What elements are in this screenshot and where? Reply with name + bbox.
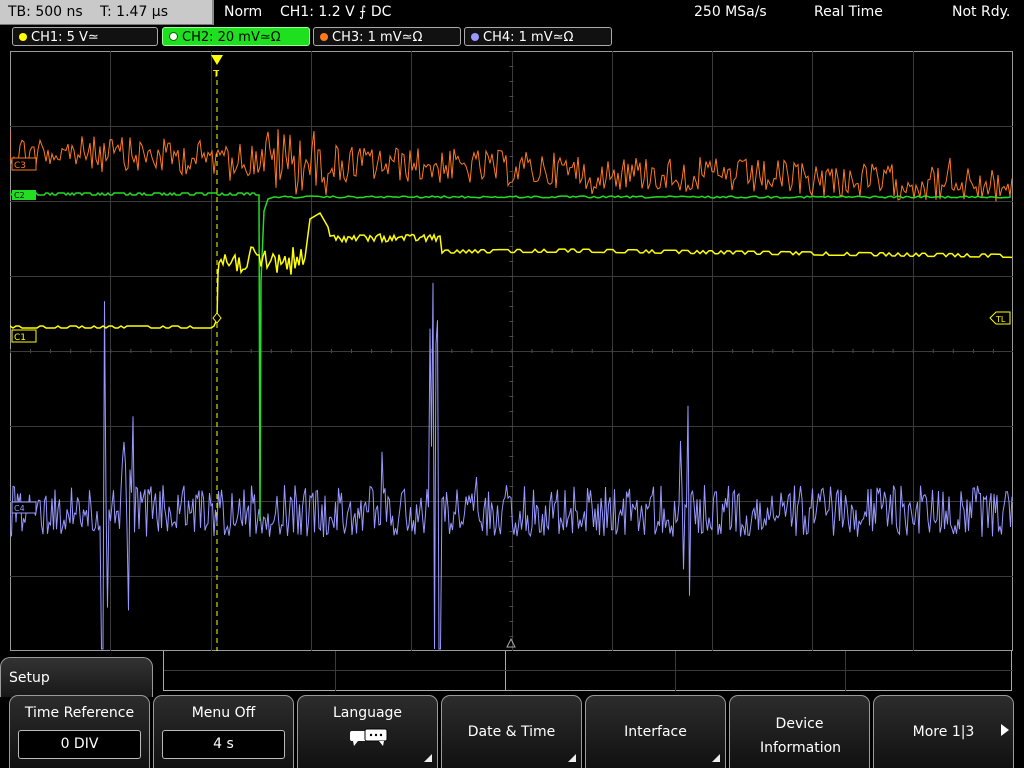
submenu-indicator-icon: [424, 754, 432, 762]
ch1-offset-marker[interactable]: C1: [11, 329, 37, 343]
more-softkey[interactable]: More 1|3: [873, 695, 1014, 768]
interface-softkey[interactable]: Interface: [585, 695, 726, 768]
language-label: Language: [332, 705, 403, 721]
submenu-indicator-icon: [568, 754, 576, 762]
ch3-label: CH3: 1 mV≃Ω: [332, 30, 423, 45]
svg-text:C3: C3: [14, 161, 26, 171]
ch2-offset-marker[interactable]: C2: [12, 190, 36, 200]
zoom-area: [163, 651, 1013, 691]
menu-off-value: 4 s: [162, 730, 285, 759]
svg-text:C2: C2: [14, 191, 25, 200]
date-time-softkey[interactable]: Date & Time: [441, 695, 582, 768]
trigger-mode[interactable]: Norm: [224, 0, 262, 24]
timebase-box[interactable]: TB: 500 ns T: 1.47 µs: [0, 0, 214, 25]
menu-title: Setup: [0, 657, 153, 697]
device-information-softkey[interactable]: Device Information: [729, 695, 870, 768]
date-time-label: Date & Time: [467, 724, 556, 740]
speech-bubbles-icon: [350, 728, 388, 746]
menu-off-softkey[interactable]: Menu Off 4 s: [153, 695, 294, 768]
acquisition-mode: Real Time: [814, 4, 883, 20]
trigger-time-readout: T: 1.47 µs: [100, 4, 169, 20]
ch2-label: CH2: 20 mV≃Ω: [182, 30, 281, 45]
ch1-label: CH1: 5 V≃: [31, 30, 99, 45]
ch3-color-icon: [320, 33, 328, 41]
timebase-readout: TB: 500 ns: [8, 4, 83, 20]
channel-tab-ch2[interactable]: CH2: 20 mV≃Ω: [162, 27, 310, 46]
time-reference-label: Time Reference: [24, 705, 135, 721]
interface-label: Interface: [624, 724, 687, 740]
channel-tab-ch4[interactable]: CH4: 1 mV≃Ω: [464, 27, 612, 46]
sample-rate: 250 MSa/s: [694, 4, 767, 20]
next-page-icon: [1001, 724, 1009, 736]
menu-off-label: Menu Off: [191, 705, 256, 721]
waveform-display[interactable]: T C3 C2 C1 C4 TL: [10, 51, 1013, 651]
acquisition-status: Not Rdy.: [952, 4, 1011, 20]
svg-text:TL: TL: [995, 315, 1006, 324]
ch4-offset-marker[interactable]: C4: [11, 501, 37, 514]
svg-text:C1: C1: [14, 333, 26, 343]
channel-tab-ch3[interactable]: CH3: 1 mV≃Ω: [313, 27, 461, 46]
trigger-setting[interactable]: CH1: 1.2 V ⨍ DC: [280, 0, 391, 24]
channel-tab-ch1[interactable]: CH1: 5 V≃: [12, 27, 158, 46]
status-bar: TB: 500 ns T: 1.47 µs Norm CH1: 1.2 V ⨍ …: [0, 0, 1024, 25]
ch4-color-icon: [471, 33, 479, 41]
device-information-label: Device Information: [760, 716, 842, 756]
ch3-offset-marker[interactable]: C3: [11, 157, 37, 171]
time-reference-softkey[interactable]: Time Reference 0 DIV: [9, 695, 150, 768]
ch4-label: CH4: 1 mV≃Ω: [483, 30, 574, 45]
more-label: More 1|3: [912, 724, 975, 740]
ch2-color-icon: [169, 32, 178, 41]
svg-text:C4: C4: [14, 504, 25, 513]
time-reference-value: 0 DIV: [18, 730, 141, 759]
language-softkey[interactable]: Language: [297, 695, 438, 768]
ch1-color-icon: [19, 33, 27, 41]
trigger-position-label: T: [212, 69, 220, 80]
submenu-indicator-icon: [712, 754, 720, 762]
